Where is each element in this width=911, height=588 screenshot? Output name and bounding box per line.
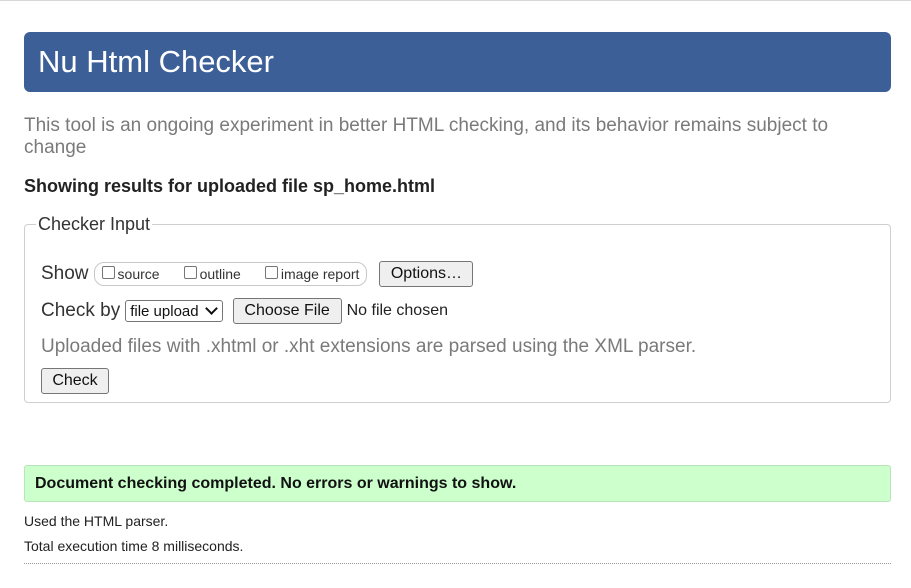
page: Nu Html Checker This tool is an ongoing … <box>0 0 911 588</box>
top-divider <box>0 0 911 1</box>
header-banner: Nu Html Checker <box>24 32 891 92</box>
bottom-divider <box>24 563 891 564</box>
results-heading: Showing results for uploaded file sp_hom… <box>24 176 436 196</box>
parser-used-note: Used the HTML parser. <box>24 513 169 529</box>
show-outline-option[interactable]: outline <box>183 265 241 282</box>
show-source-option[interactable]: source <box>101 265 160 282</box>
show-options-group: source outline image report <box>93 262 368 286</box>
success-message: Document checking completed. No errors o… <box>24 465 891 502</box>
show-image-report-option[interactable]: image report <box>264 265 360 282</box>
intro-text: This tool is an ongoing experiment in be… <box>24 115 829 158</box>
check-by-selected-value: file upload <box>130 302 199 320</box>
options-button[interactable]: Options… <box>379 261 474 287</box>
check-by-select[interactable]: file upload <box>125 300 223 322</box>
outline-label[interactable]: outline <box>200 266 241 282</box>
source-checkbox[interactable] <box>101 265 115 279</box>
outline-checkbox[interactable] <box>183 265 197 279</box>
show-row: Show source outline image report Options… <box>41 261 474 287</box>
check-by-row: Check by file upload Choose File No file… <box>41 298 448 324</box>
execution-time-note: Total execution time 8 milliseconds. <box>24 538 244 554</box>
show-label: Show <box>41 263 89 284</box>
checker-input-legend: Checker Input <box>38 214 151 234</box>
source-label[interactable]: source <box>118 266 160 282</box>
check-button[interactable]: Check <box>41 368 109 394</box>
check-row: Check <box>41 368 109 394</box>
xml-parser-note: Uploaded files with .xhtml or .xht exten… <box>41 336 697 357</box>
chevron-down-icon <box>204 301 218 315</box>
page-title: Nu Html Checker <box>38 44 274 79</box>
checker-input-fieldset: Checker Input Show source outline image … <box>24 214 891 403</box>
check-by-label: Check by <box>41 300 121 321</box>
image-report-checkbox[interactable] <box>264 265 278 279</box>
image-report-label[interactable]: image report <box>281 266 360 282</box>
choose-file-button[interactable]: Choose File <box>232 298 342 324</box>
no-file-chosen-text: No file chosen <box>346 302 448 319</box>
